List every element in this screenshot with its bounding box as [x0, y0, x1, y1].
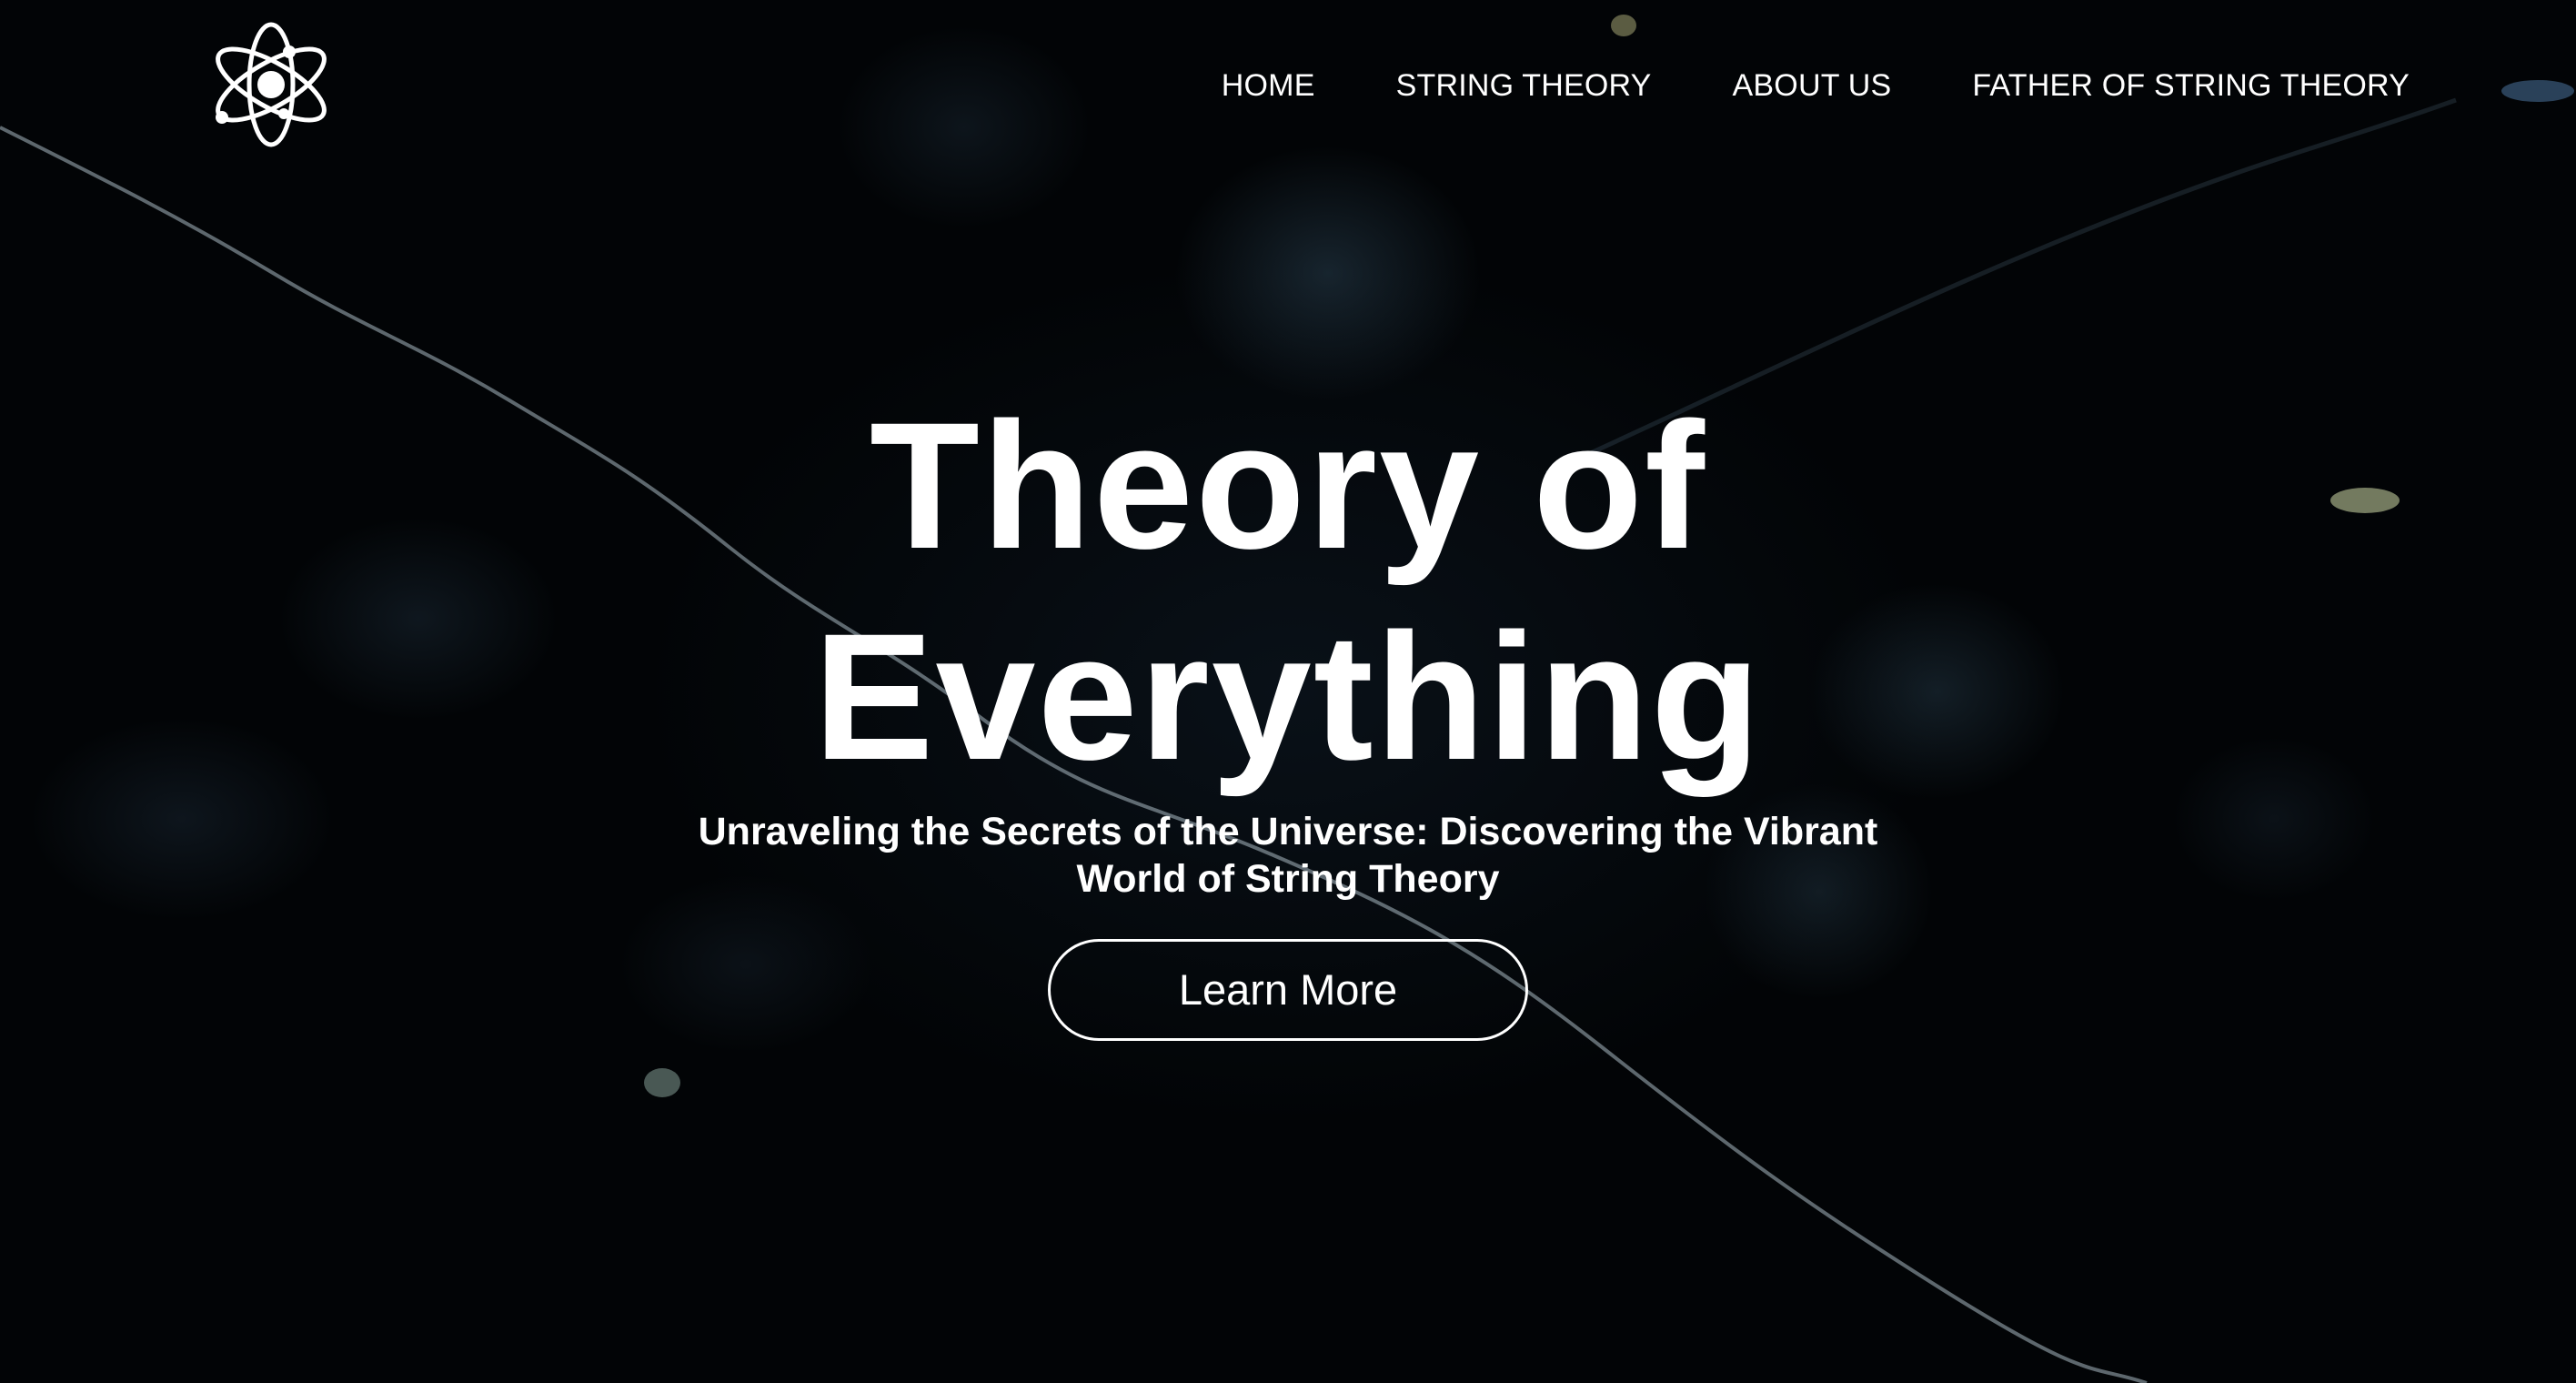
- atom-icon[interactable]: [209, 20, 333, 149]
- learn-more-button[interactable]: Learn More: [1048, 939, 1528, 1041]
- nav-item-home[interactable]: HOME: [1222, 66, 1315, 106]
- hero-title-line-2: Everything: [813, 596, 1763, 797]
- hero-section: Theory of Everything Unraveling the Secr…: [0, 380, 2576, 1041]
- hero-subtitle: Unraveling the Secrets of the Universe: …: [698, 810, 1878, 901]
- nav-item-string-theory[interactable]: STRING THEORY: [1396, 66, 1652, 106]
- nav-item-father-of-string-theory[interactable]: FATHER OF STRING THEORY: [1972, 66, 2410, 106]
- nav-item-about-us[interactable]: ABOUT US: [1733, 66, 1892, 106]
- hero-title-line-1: Theory of: [869, 385, 1707, 586]
- hero-title: Theory of Everything: [742, 380, 1834, 803]
- main-nav: HOME STRING THEORY ABOUT US FATHER OF ST…: [1222, 66, 2410, 106]
